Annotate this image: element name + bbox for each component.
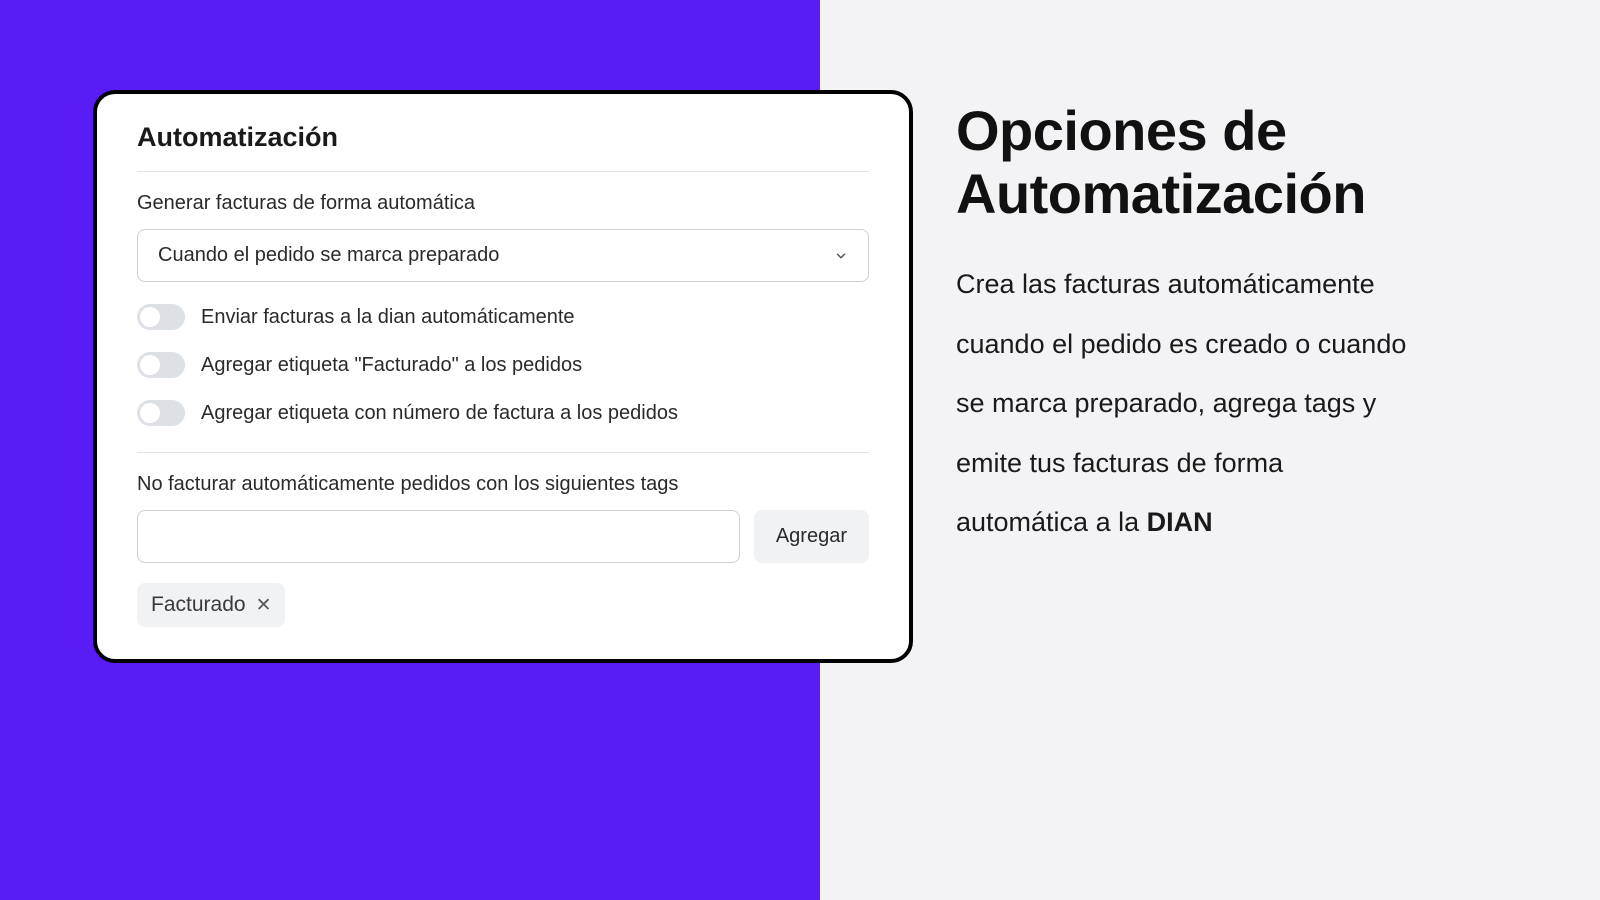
right-panel: Opciones de Automatización Crea las fact… <box>956 100 1416 552</box>
generate-invoices-label: Generar facturas de forma automática <box>137 192 869 215</box>
tag-input-row: Agregar <box>137 510 869 563</box>
chevron-down-icon <box>834 249 848 263</box>
toggle-row-add-facturado-tag: Agregar etiqueta "Facturado" a los pedid… <box>137 352 869 378</box>
desc-text: Crea las facturas automáticamente cuando… <box>956 269 1406 537</box>
toggle-row-add-invoice-number-tag: Agregar etiqueta con número de factura a… <box>137 400 869 426</box>
toggle-add-invoice-number-tag[interactable] <box>137 400 185 426</box>
automation-card: Automatización Generar facturas de forma… <box>93 90 913 663</box>
right-description: Crea las facturas automáticamente cuando… <box>956 255 1416 552</box>
select-value: Cuando el pedido se marca preparado <box>158 244 499 267</box>
toggle-add-facturado-tag[interactable] <box>137 352 185 378</box>
desc-bold: DIAN <box>1147 507 1213 537</box>
tag-chip-label: Facturado <box>151 593 246 617</box>
add-tag-button[interactable]: Agregar <box>754 510 869 563</box>
toggle-label: Agregar etiqueta "Facturado" a los pedid… <box>201 354 582 377</box>
generate-trigger-select[interactable]: Cuando el pedido se marca preparado <box>137 229 869 282</box>
exclude-tags-label: No facturar automáticamente pedidos con … <box>137 473 869 496</box>
toggle-send-dian[interactable] <box>137 304 185 330</box>
toggle-label: Agregar etiqueta con número de factura a… <box>201 402 678 425</box>
tag-input[interactable] <box>137 510 740 563</box>
right-heading: Opciones de Automatización <box>956 100 1416 225</box>
card-title: Automatización <box>137 122 869 172</box>
tag-chip: Facturado ✕ <box>137 583 285 627</box>
toggle-row-send-dian: Enviar facturas a la dian automáticament… <box>137 304 869 330</box>
section-divider <box>137 452 869 453</box>
close-icon[interactable]: ✕ <box>256 596 272 615</box>
toggle-label: Enviar facturas a la dian automáticament… <box>201 306 575 329</box>
